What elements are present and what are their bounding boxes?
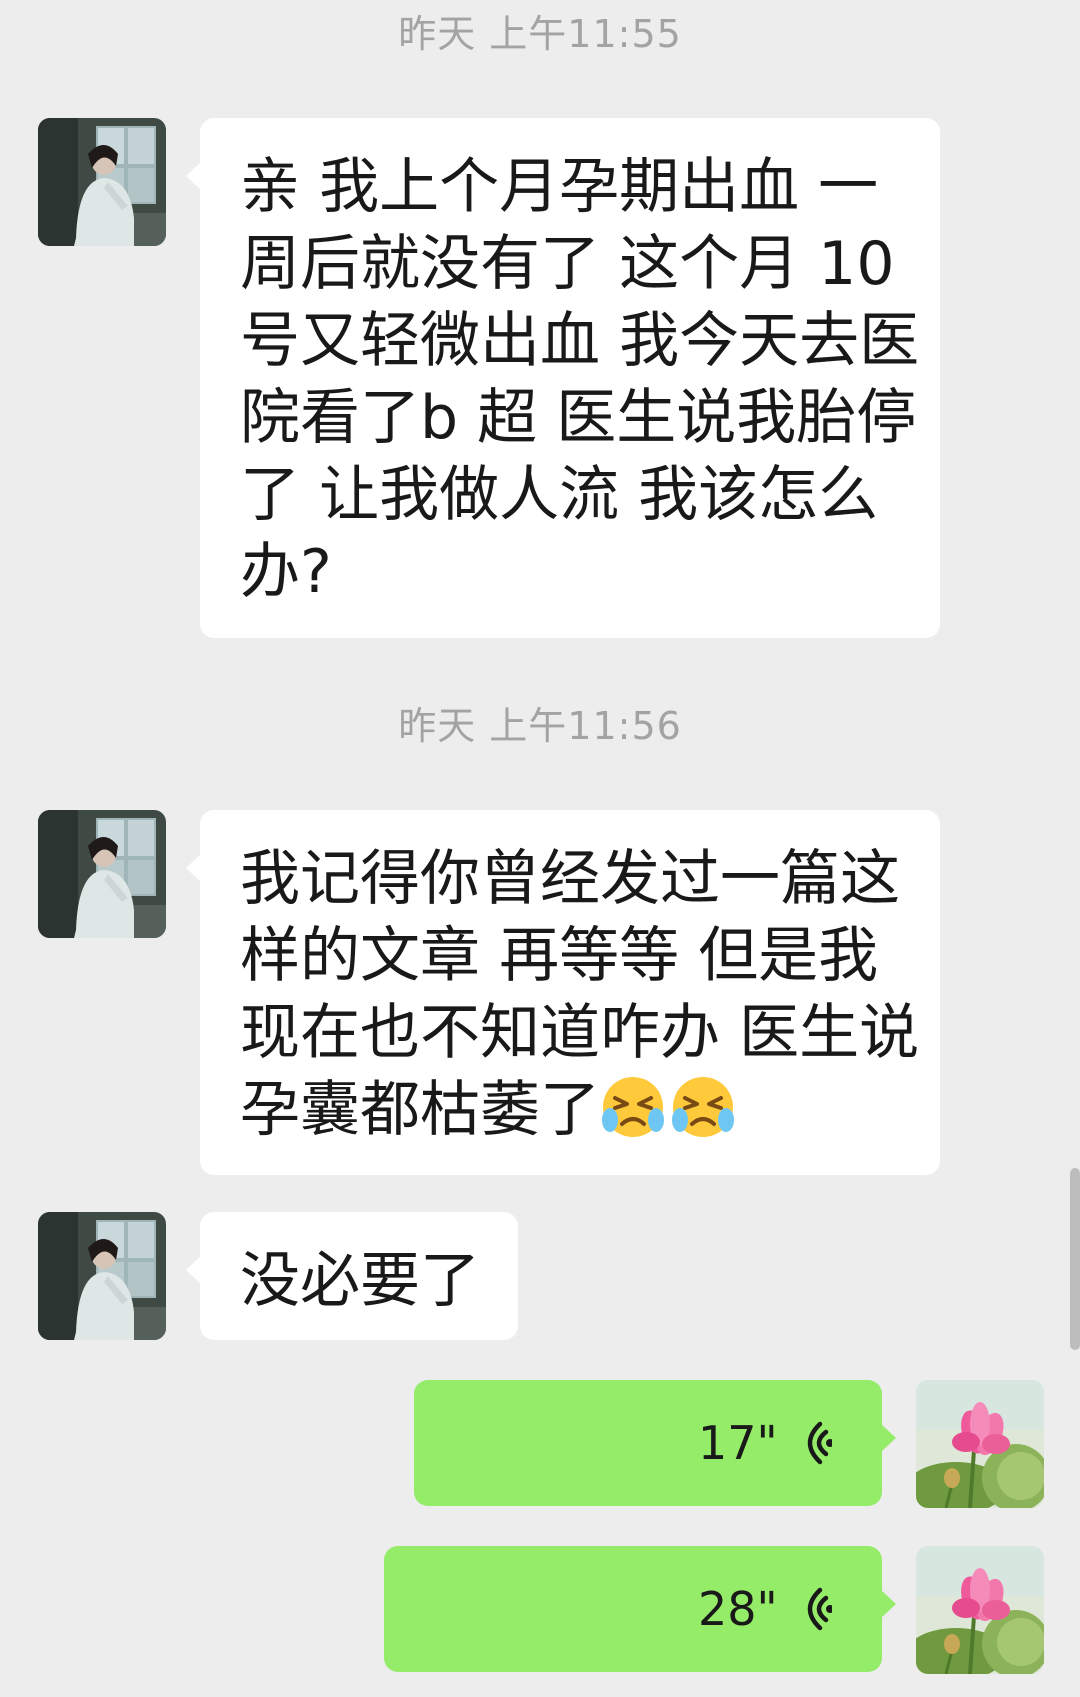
message-text-line: 现在也不知道咋办 医生说 [240,998,920,1068]
voice-wave-icon [807,1421,832,1465]
message-bubble[interactable]: 我记得你曾经发过一篇这 样的文章 再等等 但是我 现在也不知道咋办 医生说 孕囊… [186,810,940,1175]
timestamp: 昨天 上午11:56 [398,704,682,748]
message-text-line: 办? [240,537,332,607]
voice-message-bubble[interactable]: 17" [414,1380,896,1506]
lotus-flower-avatar [916,1380,1044,1508]
scrollbar[interactable] [1070,1168,1080,1350]
message-text-line: 了 让我做人流 我该怎么 [240,460,879,530]
voice-duration: 17" [698,1416,778,1470]
message-text-line: 院看了b 超 医生说我胎停 [240,383,917,453]
message-text-line: 孕囊都枯萎了 [240,1075,600,1145]
message-bubble[interactable]: 没必要了 [186,1212,518,1340]
message-text-line: 我记得你曾经发过一篇这 [240,844,900,914]
my-avatar[interactable] [916,1546,1044,1674]
message-text-line: 周后就没有了 这个月 10 [240,229,895,299]
voice-message-bubble[interactable]: 28" [384,1546,896,1672]
crying-face-icon [602,1077,664,1137]
contact-avatar[interactable] [38,810,166,938]
message-text-line: 样的文章 再等等 但是我 [240,921,879,991]
message-bubble[interactable]: 亲 我上个月孕期出血 一 周后就没有了 这个月 10 号又轻微出血 我今天去医 … [186,118,940,638]
contact-avatar-photo [38,118,166,246]
voice-wave-icon [807,1587,832,1631]
lotus-flower-avatar [916,1546,1044,1674]
message-text-line: 亲 我上个月孕期出血 一 [240,152,879,222]
contact-avatar[interactable] [38,1212,166,1340]
message-text-line-with-emoji: 孕囊都枯萎了 [240,1072,902,1149]
crying-face-icon [672,1077,734,1137]
contact-avatar-photo [38,1212,166,1340]
contact-avatar[interactable] [38,118,166,246]
my-avatar[interactable] [916,1380,1044,1508]
message-text-line: 没必要了 [240,1246,480,1316]
voice-duration: 28" [698,1582,778,1636]
message-text-line: 号又轻微出血 我今天去医 [240,306,920,376]
timestamp: 昨天 上午11:55 [398,12,682,56]
contact-avatar-photo [38,810,166,938]
